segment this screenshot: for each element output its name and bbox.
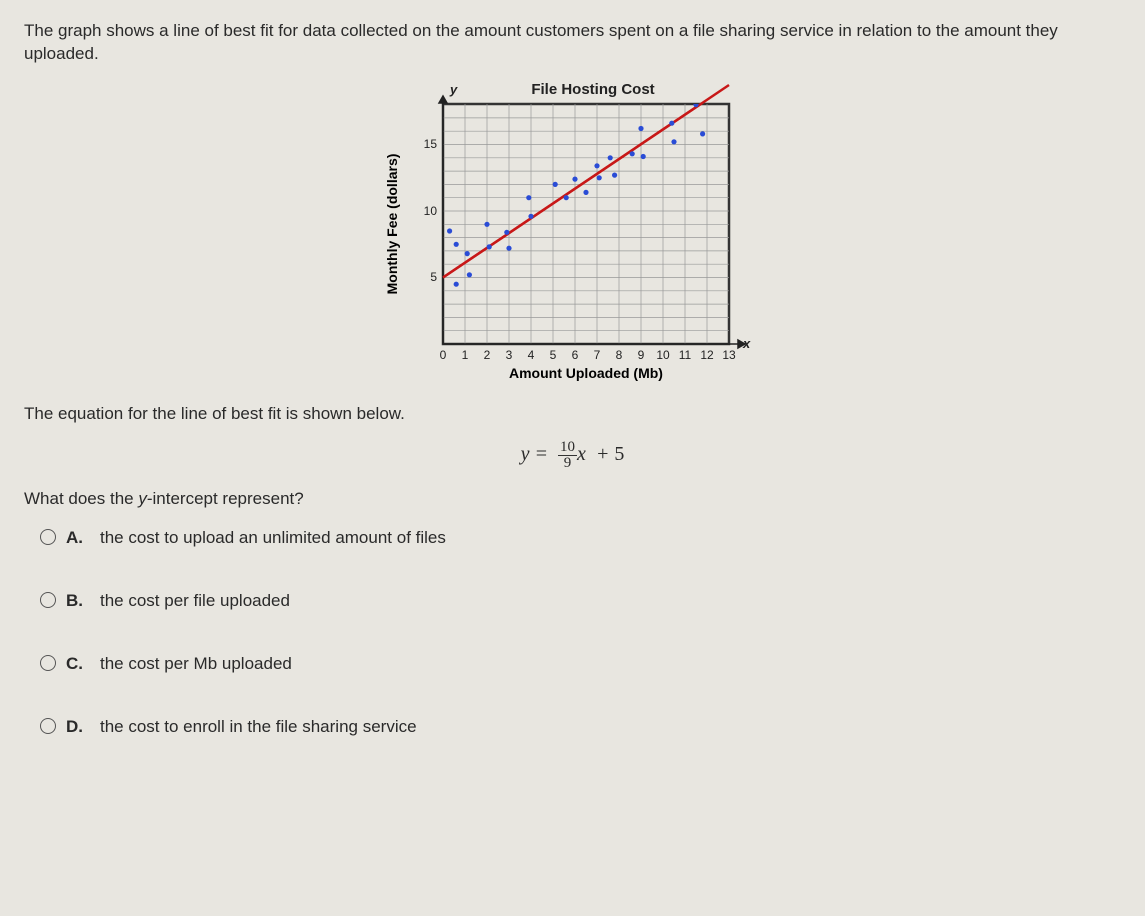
scatter-points xyxy=(447,102,705,287)
answer-options: A. the cost to upload an unlimited amoun… xyxy=(24,527,1121,737)
svg-text:12: 12 xyxy=(700,348,714,362)
radio-icon[interactable] xyxy=(40,592,56,608)
option-label: A. xyxy=(66,528,90,548)
radio-icon[interactable] xyxy=(40,718,56,734)
option-text: the cost per file uploaded xyxy=(100,591,290,611)
option-text: the cost per Mb uploaded xyxy=(100,654,292,674)
svg-text:10: 10 xyxy=(656,348,670,362)
option-text: the cost to enroll in the file sharing s… xyxy=(100,717,417,737)
svg-text:4: 4 xyxy=(527,348,534,362)
radio-icon[interactable] xyxy=(40,655,56,671)
option-d[interactable]: D. the cost to enroll in the file sharin… xyxy=(24,716,1121,737)
svg-text:3: 3 xyxy=(505,348,512,362)
svg-text:7: 7 xyxy=(593,348,600,362)
x-ticks: 012345678910111213 xyxy=(439,348,735,362)
svg-text:15: 15 xyxy=(423,137,437,151)
option-label: B. xyxy=(66,591,90,611)
option-a[interactable]: A. the cost to upload an unlimited amoun… xyxy=(24,527,1121,548)
svg-text:10: 10 xyxy=(423,204,437,218)
y-ticks: 5 10 15 xyxy=(423,137,437,284)
svg-text:2: 2 xyxy=(483,348,490,362)
option-b[interactable]: B. the cost per file uploaded xyxy=(24,590,1121,611)
svg-text:8: 8 xyxy=(615,348,622,362)
svg-text:5: 5 xyxy=(430,270,437,284)
chart-title: File Hosting Cost xyxy=(531,81,654,98)
option-c[interactable]: C. the cost per Mb uploaded xyxy=(24,653,1121,674)
y-axis-var: y xyxy=(449,82,458,97)
problem-intro: The graph shows a line of best fit for d… xyxy=(24,20,1121,66)
option-text: the cost to upload an unlimited amount o… xyxy=(100,528,446,548)
svg-text:6: 6 xyxy=(571,348,578,362)
file-hosting-chart: y File Hosting Cost x 012345678910111213… xyxy=(373,74,773,384)
svg-text:13: 13 xyxy=(722,348,736,362)
question-text: What does the y-intercept represent? xyxy=(24,489,1121,509)
chart-container: y File Hosting Cost x 012345678910111213… xyxy=(24,74,1121,384)
svg-text:9: 9 xyxy=(637,348,644,362)
axes xyxy=(439,96,745,348)
svg-text:11: 11 xyxy=(678,348,691,362)
equation-display: y = 109x + 5 xyxy=(24,440,1121,471)
equation-intro: The equation for the line of best fit is… xyxy=(24,402,1121,426)
x-axis-label: Amount Uploaded (Mb) xyxy=(509,365,663,381)
y-axis-label: Monthly Fee (dollars) xyxy=(384,153,400,294)
svg-text:5: 5 xyxy=(549,348,556,362)
svg-text:0: 0 xyxy=(439,348,446,362)
radio-icon[interactable] xyxy=(40,529,56,545)
option-label: C. xyxy=(66,654,90,674)
svg-text:1: 1 xyxy=(461,348,468,362)
option-label: D. xyxy=(66,717,90,737)
